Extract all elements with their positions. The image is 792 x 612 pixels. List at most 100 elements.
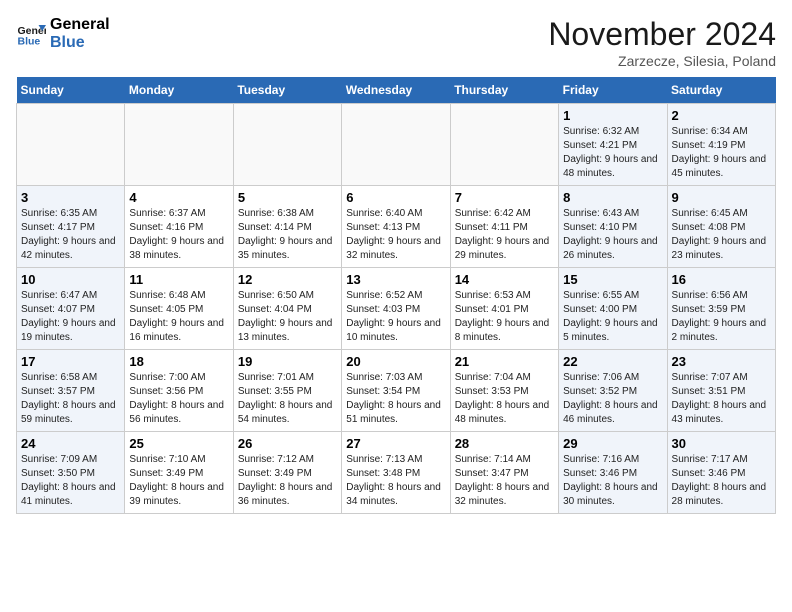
calendar-week-5: 24Sunrise: 7:09 AM Sunset: 3:50 PM Dayli…: [17, 432, 776, 514]
calendar-day-5: 5Sunrise: 6:38 AM Sunset: 4:14 PM Daylig…: [233, 186, 341, 268]
day-number: 22: [563, 354, 662, 369]
day-info: Sunrise: 6:42 AM Sunset: 4:11 PM Dayligh…: [455, 207, 554, 263]
day-info: Sunrise: 6:58 AM Sunset: 3:57 PM Dayligh…: [21, 371, 120, 427]
calendar-day-23: 23 Sunrise: 7:07 AM Sunset: 3:51 PM Dayli…: [667, 350, 775, 432]
calendar-day-29: 29 Sunrise: 7:16 AM Sunset: 3:46 PM Dayli…: [559, 432, 667, 514]
calendar-day-empty: [450, 104, 558, 186]
location-subtitle: Zarzecze, Silesia, Poland: [548, 53, 776, 69]
col-header-monday: Monday: [125, 77, 233, 104]
calendar-day-3: 3Sunrise: 6:35 AM Sunset: 4:17 PM Daylig…: [17, 186, 125, 268]
day-number: 15: [563, 272, 662, 287]
day-info: Sunrise: 7:07 AM Sunset: 3:51 PM Dayligh…: [672, 371, 771, 427]
day-number: 18: [129, 354, 228, 369]
day-info: Sunrise: 7:12 AM Sunset: 3:49 PM Dayligh…: [238, 453, 337, 509]
day-info: Sunrise: 7:06 AM Sunset: 3:52 PM Dayligh…: [563, 371, 662, 427]
day-info: Sunrise: 6:40 AM Sunset: 4:13 PM Dayligh…: [346, 207, 445, 263]
calendar-day-18: 18 Sunrise: 7:00 AM Sunset: 3:56 PM Dayli…: [125, 350, 233, 432]
day-info: Sunrise: 6:38 AM Sunset: 4:14 PM Dayligh…: [238, 207, 337, 263]
day-number: 21: [455, 354, 554, 369]
calendar-day-empty: [17, 104, 125, 186]
calendar-day-11: 11Sunrise: 6:48 AM Sunset: 4:05 PM Dayli…: [125, 268, 233, 350]
calendar-day-15: 15 Sunrise: 6:55 AM Sunset: 4:00 PM Dayli…: [559, 268, 667, 350]
col-header-sunday: Sunday: [17, 77, 125, 104]
day-number: 2: [672, 108, 771, 123]
day-number: 4: [129, 190, 228, 205]
calendar-day-12: 12 Sunrise: 6:50 AM Sunset: 4:04 PM Dayli…: [233, 268, 341, 350]
logo-blue: Blue: [50, 34, 110, 52]
day-info: Sunrise: 6:43 AM Sunset: 4:10 PM Dayligh…: [563, 207, 662, 263]
day-info: Sunrise: 6:52 AM Sunset: 4:03 PM Dayligh…: [346, 289, 445, 345]
col-header-wednesday: Wednesday: [342, 77, 450, 104]
day-info: Sunrise: 6:37 AM Sunset: 4:16 PM Dayligh…: [129, 207, 228, 263]
calendar-day-10: 10 Sunrise: 6:47 AM Sunset: 4:07 PM Dayli…: [17, 268, 125, 350]
calendar-day-17: 17 Sunrise: 6:58 AM Sunset: 3:57 PM Dayli…: [17, 350, 125, 432]
calendar-week-1: 1 Sunrise: 6:32 AM Sunset: 4:21 PM Daylig…: [17, 104, 776, 186]
day-number: 7: [455, 190, 554, 205]
day-number: 16: [672, 272, 771, 287]
col-header-saturday: Saturday: [667, 77, 775, 104]
calendar-day-2: 2 Sunrise: 6:34 AM Sunset: 4:19 PM Daylig…: [667, 104, 775, 186]
col-header-thursday: Thursday: [450, 77, 558, 104]
day-number: 25: [129, 436, 228, 451]
day-info: Sunrise: 6:47 AM Sunset: 4:07 PM Dayligh…: [21, 289, 120, 345]
month-title: November 2024: [548, 16, 776, 53]
calendar-day-empty: [125, 104, 233, 186]
day-number: 24: [21, 436, 120, 451]
col-header-tuesday: Tuesday: [233, 77, 341, 104]
calendar-day-4: 4 Sunrise: 6:37 AM Sunset: 4:16 PM Daylig…: [125, 186, 233, 268]
calendar-day-19: 19Sunrise: 7:01 AM Sunset: 3:55 PM Dayli…: [233, 350, 341, 432]
day-number: 20: [346, 354, 445, 369]
calendar-day-30: 30Sunrise: 7:17 AM Sunset: 3:46 PM Dayli…: [667, 432, 775, 514]
day-number: 14: [455, 272, 554, 287]
day-number: 17: [21, 354, 120, 369]
calendar-day-28: 28Sunrise: 7:14 AM Sunset: 3:47 PM Dayli…: [450, 432, 558, 514]
day-number: 27: [346, 436, 445, 451]
day-info: Sunrise: 7:00 AM Sunset: 3:56 PM Dayligh…: [129, 371, 228, 427]
day-info: Sunrise: 6:34 AM Sunset: 4:19 PM Dayligh…: [672, 125, 771, 181]
day-number: 1: [563, 108, 662, 123]
calendar-day-1: 1 Sunrise: 6:32 AM Sunset: 4:21 PM Daylig…: [559, 104, 667, 186]
calendar-day-24: 24Sunrise: 7:09 AM Sunset: 3:50 PM Dayli…: [17, 432, 125, 514]
day-info: Sunrise: 7:13 AM Sunset: 3:48 PM Dayligh…: [346, 453, 445, 509]
day-number: 11: [129, 272, 228, 287]
calendar-header-row: SundayMondayTuesdayWednesdayThursdayFrid…: [17, 77, 776, 104]
logo-icon: General Blue: [16, 19, 46, 49]
day-number: 8: [563, 190, 662, 205]
day-number: 13: [346, 272, 445, 287]
day-number: 12: [238, 272, 337, 287]
calendar-day-21: 21 Sunrise: 7:04 AM Sunset: 3:53 PM Dayli…: [450, 350, 558, 432]
day-number: 26: [238, 436, 337, 451]
day-info: Sunrise: 7:10 AM Sunset: 3:49 PM Dayligh…: [129, 453, 228, 509]
title-block: November 2024 Zarzecze, Silesia, Poland: [548, 16, 776, 69]
day-info: Sunrise: 6:45 AM Sunset: 4:08 PM Dayligh…: [672, 207, 771, 263]
day-number: 6: [346, 190, 445, 205]
day-info: Sunrise: 7:03 AM Sunset: 3:54 PM Dayligh…: [346, 371, 445, 427]
day-info: Sunrise: 7:01 AM Sunset: 3:55 PM Dayligh…: [238, 371, 337, 427]
calendar-day-empty: [233, 104, 341, 186]
calendar-day-25: 25 Sunrise: 7:10 AM Sunset: 3:49 PM Dayli…: [125, 432, 233, 514]
day-info: Sunrise: 7:04 AM Sunset: 3:53 PM Dayligh…: [455, 371, 554, 427]
logo-general: General: [50, 16, 110, 34]
calendar-day-6: 6 Sunrise: 6:40 AM Sunset: 4:13 PM Daylig…: [342, 186, 450, 268]
day-number: 10: [21, 272, 120, 287]
calendar-day-27: 27 Sunrise: 7:13 AM Sunset: 3:48 PM Dayli…: [342, 432, 450, 514]
calendar-day-20: 20 Sunrise: 7:03 AM Sunset: 3:54 PM Dayli…: [342, 350, 450, 432]
day-number: 23: [672, 354, 771, 369]
svg-text:Blue: Blue: [18, 35, 41, 47]
day-number: 28: [455, 436, 554, 451]
day-number: 29: [563, 436, 662, 451]
day-info: Sunrise: 6:53 AM Sunset: 4:01 PM Dayligh…: [455, 289, 554, 345]
day-info: Sunrise: 6:50 AM Sunset: 4:04 PM Dayligh…: [238, 289, 337, 345]
day-info: Sunrise: 6:35 AM Sunset: 4:17 PM Dayligh…: [21, 207, 120, 263]
calendar-day-empty: [342, 104, 450, 186]
day-number: 30: [672, 436, 771, 451]
day-info: Sunrise: 6:32 AM Sunset: 4:21 PM Dayligh…: [563, 125, 662, 181]
day-info: Sunrise: 6:55 AM Sunset: 4:00 PM Dayligh…: [563, 289, 662, 345]
calendar-week-3: 10 Sunrise: 6:47 AM Sunset: 4:07 PM Dayli…: [17, 268, 776, 350]
day-info: Sunrise: 7:16 AM Sunset: 3:46 PM Dayligh…: [563, 453, 662, 509]
calendar-table: SundayMondayTuesdayWednesdayThursdayFrid…: [16, 77, 776, 514]
calendar-day-22: 22 Sunrise: 7:06 AM Sunset: 3:52 PM Dayli…: [559, 350, 667, 432]
day-number: 9: [672, 190, 771, 205]
calendar-day-7: 7 Sunrise: 6:42 AM Sunset: 4:11 PM Daylig…: [450, 186, 558, 268]
page-header: General Blue General Blue November 2024 …: [16, 16, 776, 69]
